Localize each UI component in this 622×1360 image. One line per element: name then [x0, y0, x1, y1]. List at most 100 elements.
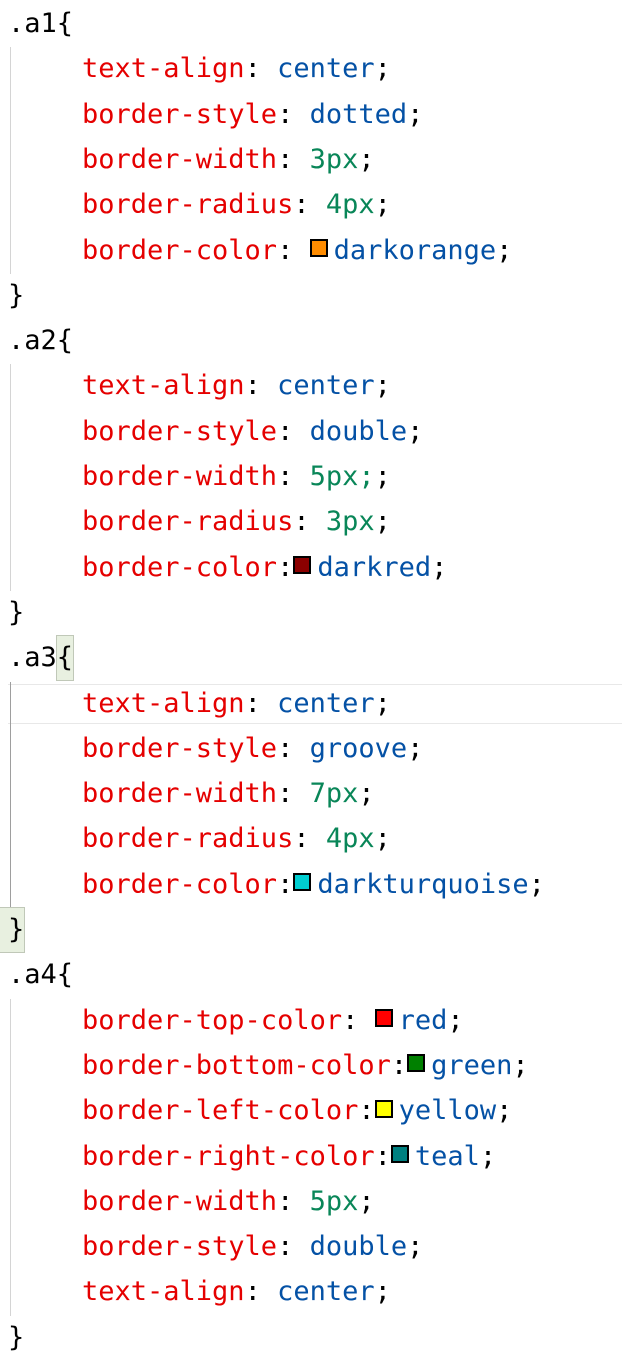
colon-separator: : — [244, 370, 278, 402]
css-selector: .a2 — [8, 325, 57, 357]
css-value: 5px; — [309, 461, 375, 492]
code-line[interactable]: .a2{ — [0, 319, 622, 363]
css-property: text-align — [82, 1276, 245, 1308]
semicolon: ; — [479, 1140, 497, 1172]
css-property: border-color — [82, 551, 278, 583]
css-value: 3px — [325, 506, 375, 538]
css-property: border-color — [82, 868, 278, 900]
css-property: border-width — [82, 143, 278, 175]
close-brace: } — [8, 279, 25, 311]
code-line[interactable]: border-top-color: red; — [0, 999, 622, 1043]
color-swatch-icon[interactable] — [390, 1145, 409, 1163]
code-line[interactable]: .a4{ — [0, 953, 622, 997]
color-swatch-icon[interactable] — [309, 239, 328, 257]
indent-guide — [10, 681, 11, 908]
css-property: border-bottom-color — [82, 1049, 391, 1081]
code-line[interactable]: .a1{ — [0, 2, 622, 46]
code-editor[interactable]: .a1{text-align: center; border-style: dot… — [0, 0, 622, 1359]
code-line[interactable]: border-bottom-color: green; — [0, 1044, 622, 1088]
css-value: teal — [414, 1140, 480, 1172]
color-swatch-icon[interactable] — [293, 556, 312, 575]
css-value: yellow — [398, 1095, 497, 1127]
css-property: border-width — [82, 778, 278, 810]
code-line[interactable]: border-width: 5px;; — [0, 455, 622, 499]
code-line[interactable]: border-color: darkturquoise; — [0, 863, 622, 907]
close-brace: } — [8, 596, 25, 628]
css-value: green — [431, 1049, 513, 1081]
code-line[interactable]: border-width: 3px; — [0, 138, 622, 182]
semicolon: ; — [528, 868, 545, 900]
color-swatch-icon[interactable] — [374, 1009, 393, 1028]
code-line[interactable]: border-radius: 3px; — [0, 500, 622, 544]
colon-separator: : — [244, 53, 278, 85]
css-value: darkorange — [333, 234, 497, 266]
code-line[interactable]: text-align: center; — [0, 364, 622, 408]
color-swatch-icon[interactable] — [293, 873, 312, 892]
code-line[interactable]: border-width: 5px; — [0, 1180, 622, 1224]
css-value: 5px — [309, 1185, 359, 1217]
code-line[interactable]: } — [0, 591, 622, 635]
code-line[interactable]: border-style: double; — [0, 1225, 622, 1269]
css-value: center — [277, 687, 375, 719]
code-line[interactable]: } — [0, 907, 622, 953]
colon-separator: : — [244, 687, 278, 719]
css-value: center — [277, 1276, 375, 1308]
css-value: 4px — [325, 823, 375, 855]
code-line[interactable]: border-width: 7px; — [0, 772, 622, 816]
open-brace: { — [56, 8, 74, 39]
colon-separator: : — [374, 1140, 391, 1172]
color-swatch-icon[interactable] — [407, 1054, 426, 1073]
code-line[interactable]: border-radius: 4px; — [0, 183, 622, 227]
semicolon: ; — [374, 1276, 391, 1308]
colon-separator: : — [277, 234, 310, 266]
semicolon: ; — [374, 189, 391, 221]
semicolon: ; — [374, 506, 391, 538]
css-selector: .a3 — [8, 642, 57, 674]
colon-separator: : — [277, 732, 310, 764]
code-line[interactable]: } — [0, 274, 622, 318]
colon-separator: : — [244, 1276, 278, 1308]
semicolon: ; — [447, 1004, 464, 1036]
indent-guide — [10, 364, 11, 591]
code-line[interactable]: text-align: center; — [0, 682, 622, 726]
open-brace: { — [55, 635, 75, 682]
css-property: border-top-color — [82, 1004, 343, 1036]
colon-separator: : — [277, 778, 310, 810]
code-line[interactable]: border-style: dotted; — [0, 93, 622, 137]
indent-guide — [10, 998, 11, 1316]
semicolon: ; — [496, 1095, 513, 1127]
css-property: border-right-color — [82, 1140, 375, 1172]
code-line[interactable]: border-style: double; — [0, 410, 622, 454]
semicolon: ; — [431, 551, 448, 583]
open-brace: { — [56, 959, 74, 991]
code-line[interactable]: text-align: center; — [0, 47, 622, 91]
css-property: border-style — [82, 98, 278, 130]
css-property: border-radius — [82, 823, 294, 855]
semicolon: ; — [407, 1231, 424, 1263]
code-line[interactable]: text-align: center; — [0, 1270, 622, 1314]
color-swatch-icon[interactable] — [374, 1099, 393, 1118]
code-line[interactable]: border-right-color: teal; — [0, 1135, 622, 1179]
css-property: border-radius — [82, 189, 294, 221]
css-property: text-align — [82, 370, 245, 402]
code-line[interactable]: border-style: groove; — [0, 727, 622, 771]
css-value: 3px — [309, 143, 359, 175]
css-selector: .a1 — [8, 8, 57, 39]
close-brace: } — [0, 907, 26, 953]
code-line[interactable]: border-color: darkred; — [0, 546, 622, 590]
code-line[interactable]: border-radius: 4px; — [0, 817, 622, 861]
colon-separator: : — [277, 1185, 310, 1217]
semicolon: ; — [358, 778, 375, 810]
colon-separator: : — [293, 823, 326, 855]
code-line[interactable]: border-left-color: yellow; — [0, 1089, 622, 1133]
css-value: double — [309, 415, 408, 447]
semicolon: ; — [512, 1049, 529, 1081]
css-property: border-left-color — [82, 1095, 359, 1127]
indent-guide — [10, 47, 11, 274]
code-line[interactable]: border-color: darkorange; — [0, 229, 622, 273]
code-line[interactable]: } — [0, 1316, 622, 1360]
code-line[interactable]: .a3{ — [0, 635, 622, 682]
css-value: center — [277, 370, 375, 402]
colon-separator: : — [277, 868, 294, 900]
semicolon: ; — [374, 687, 391, 719]
